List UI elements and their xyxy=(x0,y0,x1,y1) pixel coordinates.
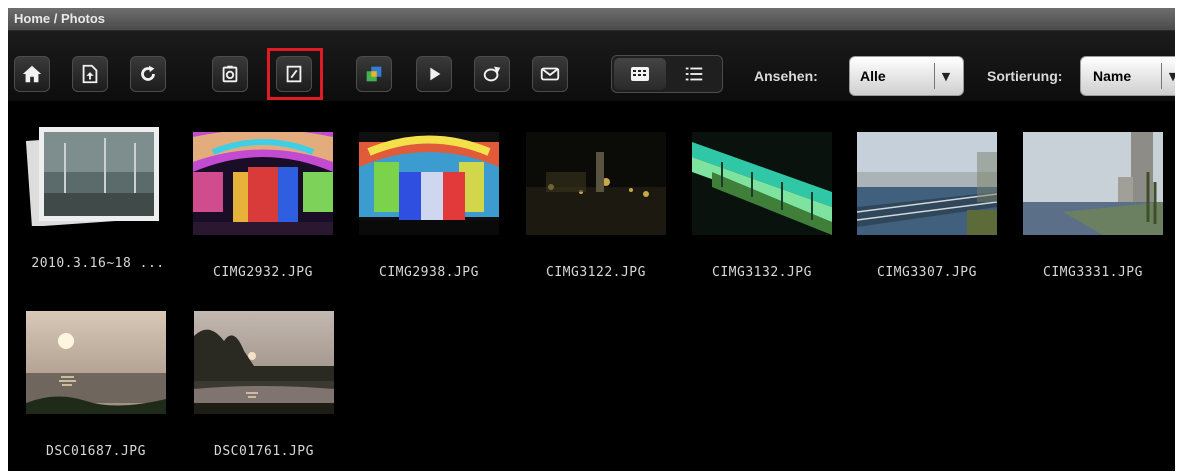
share-button[interactable] xyxy=(474,56,510,92)
item-caption: CIMG2932.JPG xyxy=(213,265,313,280)
breadcrumb: Home / Photos xyxy=(8,8,1175,31)
photo-thumbnail[interactable] xyxy=(857,132,997,235)
photo-thumbnail[interactable] xyxy=(194,311,334,414)
item-caption: CIMG3122.JPG xyxy=(546,265,646,280)
toolbar: Ansehen: Alle ▼ Sortierung: Name ▼ xyxy=(8,31,1175,101)
album-thumbnail[interactable] xyxy=(25,123,165,226)
slideshow-button[interactable] xyxy=(356,56,392,92)
photo-thumbnail[interactable] xyxy=(359,132,499,235)
breadcrumb-path[interactable]: Home / Photos xyxy=(14,11,105,26)
mail-button[interactable] xyxy=(532,56,568,92)
refresh-icon xyxy=(141,65,155,81)
item-caption: CIMG2938.JPG xyxy=(379,265,479,280)
play-icon xyxy=(430,67,441,81)
home-button[interactable] xyxy=(14,56,50,92)
item-caption: CIMG3331.JPG xyxy=(1043,265,1143,280)
item-caption: CIMG3307.JPG xyxy=(877,265,977,280)
grid-view-icon xyxy=(631,67,649,81)
photo-thumbnail[interactable] xyxy=(1023,132,1163,235)
view-filter-value: Alle xyxy=(860,68,886,84)
sort-label: Sortierung: xyxy=(987,68,1063,84)
item-caption: DSC01761.JPG xyxy=(214,444,314,459)
view-filter-label: Ansehen: xyxy=(754,68,818,84)
chevron-down-icon: ▼ xyxy=(1161,63,1175,89)
photo-thumbnail[interactable] xyxy=(193,132,333,235)
upload-icon xyxy=(82,64,98,84)
item-caption: DSC01687.JPG xyxy=(46,444,146,459)
upload-button[interactable] xyxy=(72,56,108,92)
refresh-button[interactable] xyxy=(130,56,166,92)
mail-icon xyxy=(540,67,560,81)
view-mode-toggle xyxy=(611,55,723,93)
list-view-button[interactable] xyxy=(668,58,720,90)
view-filter-select[interactable]: Alle ▼ xyxy=(849,56,964,96)
photo-thumbnail[interactable] xyxy=(526,132,666,235)
capture-button[interactable] xyxy=(212,56,248,92)
share-icon xyxy=(483,66,501,82)
edit-button-highlight xyxy=(267,48,323,100)
chevron-down-icon: ▼ xyxy=(934,63,957,89)
play-button[interactable] xyxy=(416,56,452,92)
photo-thumbnail[interactable] xyxy=(692,132,832,235)
sort-value: Name xyxy=(1093,68,1132,84)
photo-browser-window: Home / Photos Ansehen: Alle ▼ Sortierung… xyxy=(8,8,1175,471)
sort-select[interactable]: Name ▼ xyxy=(1080,56,1175,96)
home-icon xyxy=(22,65,42,83)
item-caption: CIMG3132.JPG xyxy=(712,265,812,280)
item-caption: 2010.3.16~18 ... xyxy=(31,256,165,271)
list-view-icon xyxy=(685,67,703,81)
camera-icon xyxy=(222,65,238,83)
photo-thumbnail[interactable] xyxy=(26,311,166,414)
grid-view-button[interactable] xyxy=(614,58,666,90)
slideshow-cube-icon xyxy=(366,66,382,82)
